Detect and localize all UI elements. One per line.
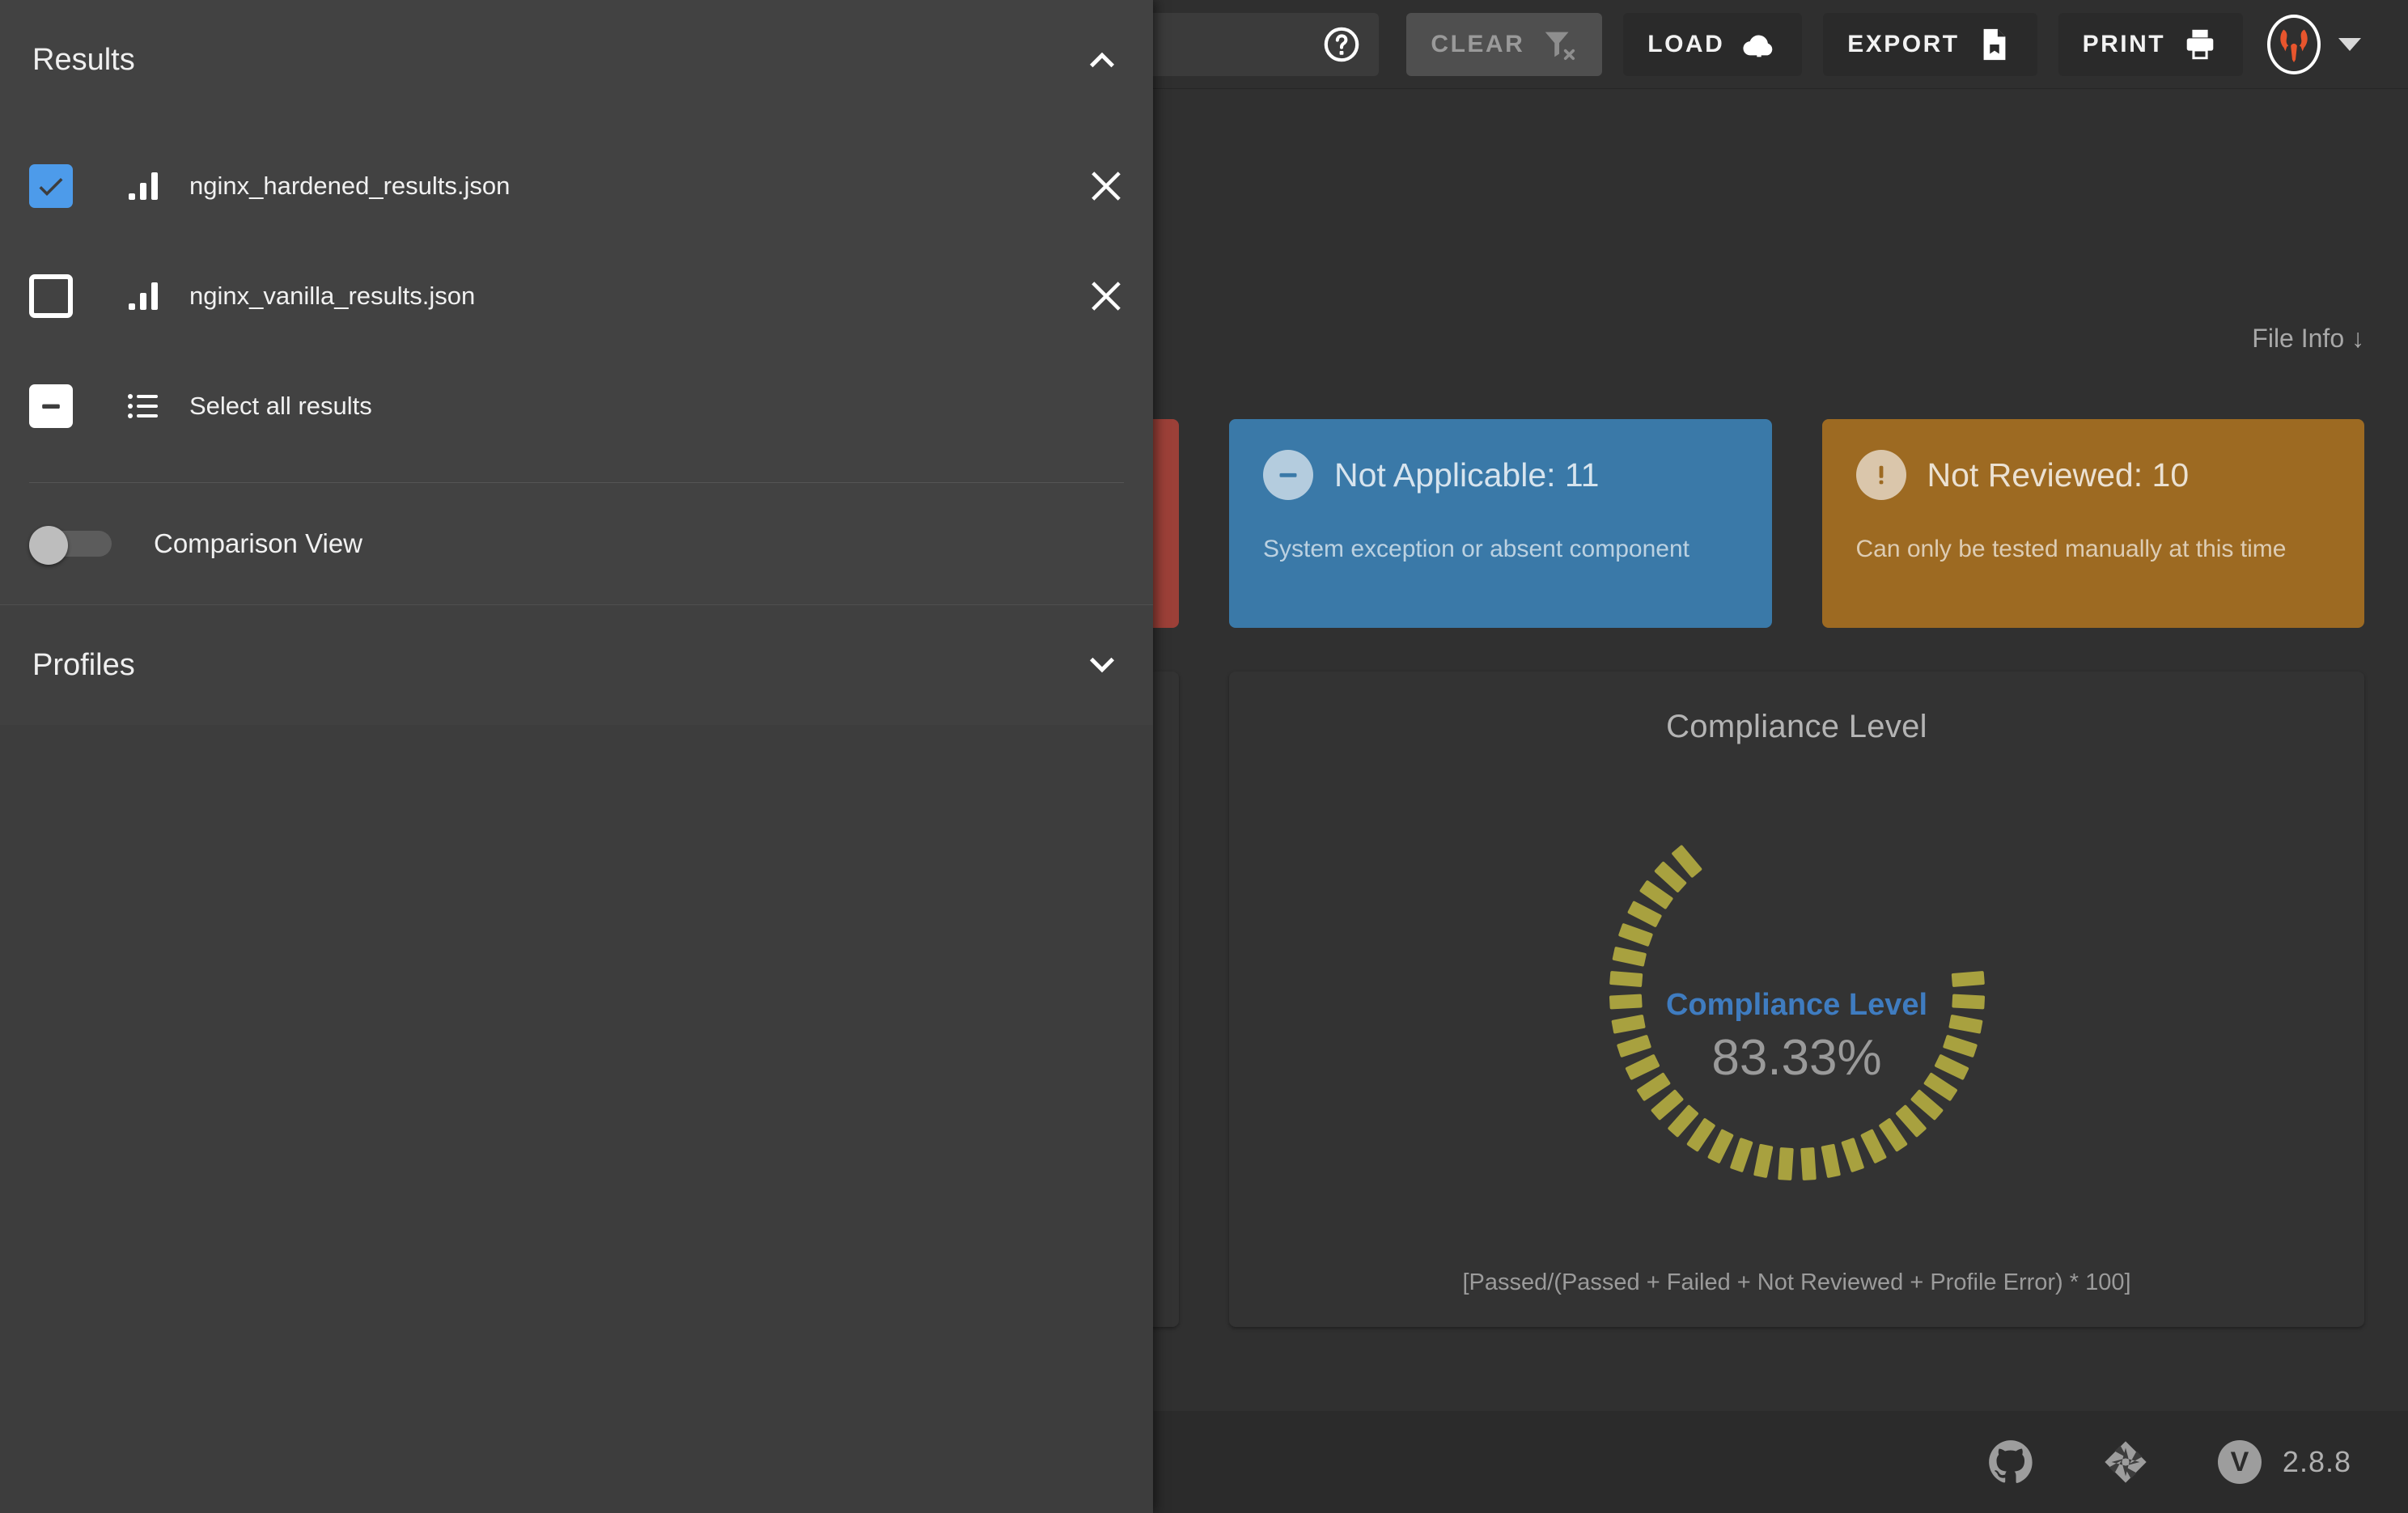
mitre-logo-icon[interactable] [2103, 1439, 2148, 1485]
file-info-toggle[interactable]: File Info ↓ [2252, 324, 2364, 354]
status-card-not-reviewed[interactable]: Not Reviewed: 10 Can only be tested manu… [1822, 419, 2365, 628]
user-menu[interactable] [2267, 15, 2361, 74]
profiles-section-header[interactable]: Profiles [0, 605, 1153, 725]
minus-circle-icon [1263, 450, 1313, 500]
comparison-view-toggle[interactable] [29, 526, 117, 562]
version-badge: V [2218, 1440, 2262, 1484]
gauge-label: Compliance Level [1587, 988, 2007, 1023]
result-file-row[interactable]: nginx_hardened_results.json [0, 131, 1153, 241]
drawer-empty-area [0, 725, 1153, 1513]
toggle-knob [29, 526, 68, 565]
close-icon[interactable] [1088, 168, 1124, 204]
status-card-title: Not Applicable: 11 [1334, 456, 1599, 494]
help-circle-icon[interactable] [1322, 25, 1361, 64]
comparison-view-label: Comparison View [154, 528, 362, 559]
status-card-not-applicable[interactable]: Not Applicable: 11 System exception or a… [1229, 419, 1772, 628]
comparison-view-row[interactable]: Comparison View [0, 483, 1153, 604]
filter-clear-icon [1541, 26, 1578, 63]
print-button[interactable]: PRINT [2058, 13, 2244, 76]
print-button-label: PRINT [2083, 31, 2166, 58]
bar-chart-icon [125, 167, 163, 206]
status-card-subtitle: Can only be tested manually at this time [1856, 536, 2331, 563]
clear-button[interactable]: CLEAR [1406, 13, 1602, 76]
results-section-title: Results [32, 43, 135, 78]
exclamation-circle-icon [1856, 450, 1906, 500]
result-checkbox-unchecked[interactable] [29, 274, 73, 318]
gauge-svg [1571, 766, 2024, 1203]
select-all-label: Select all results [189, 392, 1124, 421]
version-number: 2.8.8 [2283, 1445, 2351, 1479]
result-checkbox-checked[interactable] [29, 164, 73, 208]
cloud-upload-icon [1740, 26, 1778, 63]
compliance-level-panel: Compliance Level Compliance Level 83.33%… [1229, 672, 2364, 1327]
clear-button-label: CLEAR [1431, 31, 1524, 58]
printer-icon [2181, 26, 2219, 63]
chevron-up-icon[interactable] [1083, 41, 1121, 78]
status-card-subtitle: System exception or absent component [1263, 536, 1738, 563]
status-card-title: Not Reviewed: 10 [1927, 456, 2190, 494]
application-root: File Info ↓ Passed: 0 Failed: 0 [0, 0, 2408, 1513]
list-icon [125, 387, 163, 426]
chevron-down-icon[interactable] [1083, 646, 1121, 684]
compliance-gauge: Compliance Level 83.33% [1229, 745, 2364, 1247]
navigation-drawer: Results nginx_hardened_results.json [0, 0, 1153, 1513]
result-file-name: nginx_vanilla_results.json [189, 282, 1088, 311]
profiles-section-title: Profiles [32, 648, 135, 683]
export-button[interactable]: EXPORT [1823, 13, 2037, 76]
select-all-results-row[interactable]: Select all results [0, 351, 1153, 461]
chevron-down-icon[interactable] [2338, 38, 2361, 51]
results-section-header[interactable]: Results [0, 0, 1153, 120]
load-button-label: LOAD [1647, 31, 1724, 58]
status-card-header: Not Reviewed: 10 [1856, 450, 2331, 500]
bar-chart-icon [125, 277, 163, 316]
compliance-panel-title: Compliance Level [1229, 672, 2364, 745]
results-file-list: nginx_hardened_results.json nginx_vanill… [0, 120, 1153, 604]
result-file-name: nginx_hardened_results.json [189, 172, 1088, 201]
gauge-center-label: Compliance Level 83.33% [1587, 988, 2007, 1087]
result-file-row[interactable]: nginx_vanilla_results.json [0, 241, 1153, 351]
status-card-header: Not Applicable: 11 [1263, 450, 1738, 500]
version-indicator: V 2.8.8 [2218, 1440, 2351, 1484]
github-icon[interactable] [1988, 1439, 2033, 1485]
export-button-label: EXPORT [1847, 31, 1959, 58]
heimdall-logo-icon[interactable] [2267, 15, 2321, 74]
gauge-value: 83.33% [1587, 1029, 2007, 1087]
select-all-checkbox-indeterminate[interactable] [29, 384, 73, 428]
compliance-formula: [Passed/(Passed + Failed + Not Reviewed … [1229, 1269, 2364, 1296]
file-export-icon [1976, 26, 2013, 63]
load-button[interactable]: LOAD [1623, 13, 1802, 76]
close-icon[interactable] [1088, 278, 1124, 314]
